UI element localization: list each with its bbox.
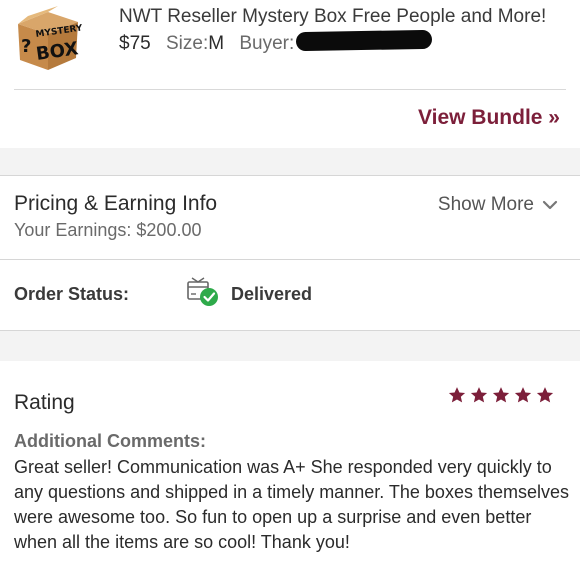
star-icon	[536, 387, 554, 403]
view-bundle-link[interactable]: View Bundle »	[418, 106, 560, 130]
item-price: $75	[119, 33, 151, 54]
size-label: Size:	[165, 33, 209, 54]
mystery-box-thumbnail[interactable]: ? MYSTERY BOX	[14, 2, 84, 72]
star-icon	[492, 387, 510, 403]
section-separator	[0, 148, 580, 176]
thumbnail-text-bottom: BOX	[35, 38, 80, 65]
show-more-button[interactable]: Show More	[438, 194, 558, 216]
thumbnail-mark: ?	[21, 36, 31, 57]
star-icon	[470, 387, 488, 403]
chevron-down-icon	[542, 200, 558, 210]
rating-title: Rating	[14, 391, 75, 414]
comments-label: Additional Comments:	[14, 431, 206, 451]
pricing-title: Pricing & Earning Info	[14, 192, 218, 215]
item-title[interactable]: NWT Reseller Mystery Box Free People and…	[119, 6, 546, 28]
size-value: M	[208, 33, 225, 54]
buyer-label: Buyer:	[239, 33, 295, 54]
earnings-text: Your Earnings: $200.00	[14, 220, 202, 240]
comments-text: Great seller! Communication was A+ She r…	[14, 457, 569, 552]
star-icon	[514, 387, 532, 403]
pricing-section: Pricing & Earning Info Your Earnings: $2…	[0, 177, 580, 259]
star-icon	[448, 387, 466, 403]
item-meta: $75 Size:M Buyer:	[119, 33, 294, 55]
order-item-row[interactable]: ? MYSTERY BOX NWT Reseller Mystery Box F…	[14, 0, 566, 90]
rating-stars	[448, 386, 554, 404]
order-status-value: Delivered	[231, 284, 313, 304]
order-status-label: Order Status:	[14, 284, 130, 304]
delivered-box-check-icon	[186, 276, 220, 308]
mystery-box-image: ? MYSTERY BOX	[18, 6, 84, 70]
section-separator	[0, 331, 580, 361]
show-more-label: Show More	[437, 194, 534, 215]
divider	[0, 259, 580, 260]
buyer-name-redaction	[295, 29, 433, 52]
